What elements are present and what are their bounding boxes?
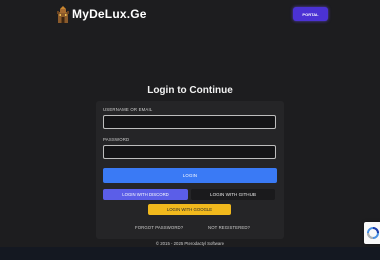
login-button[interactable]: LOGIN <box>103 168 277 183</box>
brand-name[interactable]: MyDeLux.Ge <box>72 7 147 21</box>
password-label: PASSWORD <box>103 137 130 142</box>
copyright-footer: © 2015 - 2025 Pterodactyl Software <box>155 241 225 246</box>
portal-button[interactable]: PORTAL <box>293 7 328 21</box>
not-registered-link[interactable]: NOT REGISTERED? <box>208 225 250 230</box>
username-label: USERNAME OR EMAIL <box>103 107 153 112</box>
recaptcha-icon <box>367 227 379 239</box>
forgot-password-link[interactable]: FORGOT PASSWORD? <box>135 225 183 230</box>
password-input[interactable] <box>103 145 276 159</box>
login-with-github-button[interactable]: LOGIN WITH GITHUB <box>191 189 275 200</box>
username-input[interactable] <box>103 115 276 129</box>
top-navbar: MyDeLux.Ge PORTAL <box>0 0 380 34</box>
recaptcha-badge[interactable] <box>364 222 380 244</box>
castle-logo-icon[interactable] <box>57 6 69 24</box>
page-title: Login to Continue <box>147 85 233 96</box>
login-with-discord-button[interactable]: LOGIN WITH DISCORD <box>103 189 188 200</box>
bottom-strip <box>0 247 380 260</box>
login-with-google-button[interactable]: LOGIN WITH GOOGLE <box>148 204 231 215</box>
